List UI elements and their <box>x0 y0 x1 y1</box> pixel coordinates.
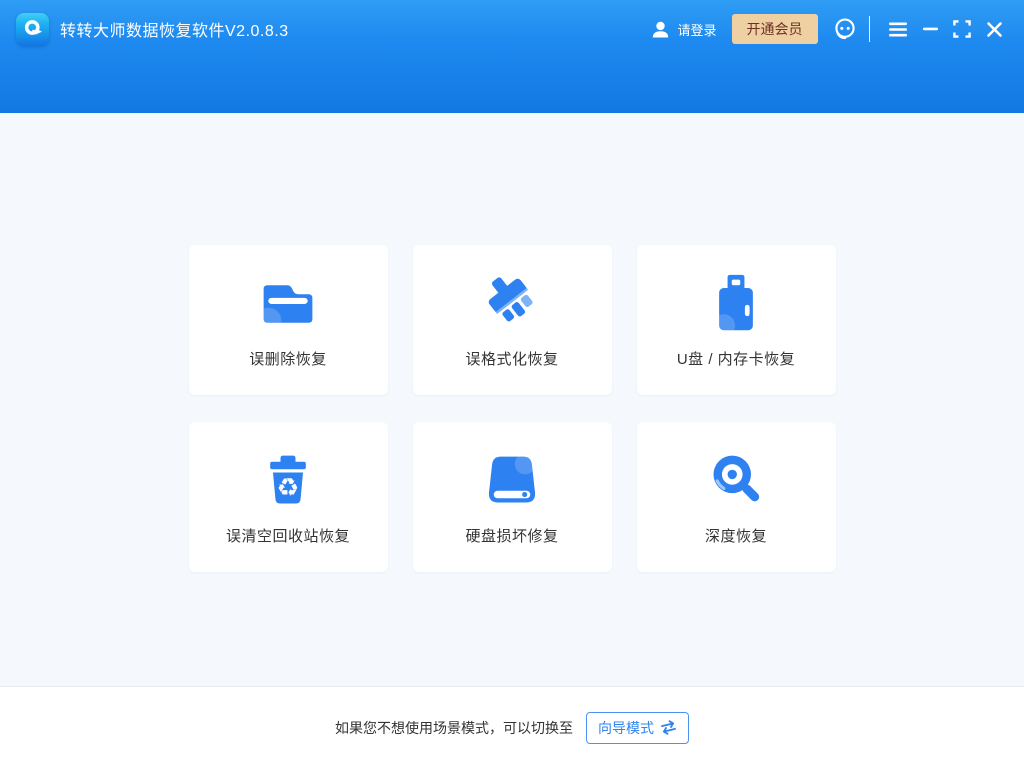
login-button[interactable]: 请登录 <box>651 20 716 39</box>
recycle-bin-icon: ♻ <box>258 450 318 510</box>
footer-bar: 如果您不想使用场景模式，可以切换至 向导模式 <box>0 686 1024 768</box>
menu-button[interactable] <box>882 13 914 45</box>
close-button[interactable] <box>978 13 1010 45</box>
card-label: 误格式化恢复 <box>465 348 558 369</box>
close-icon <box>987 22 1002 37</box>
card-format-recovery[interactable]: 误格式化恢复 <box>413 245 612 395</box>
maximize-icon <box>953 20 971 38</box>
card-label: 误清空回收站恢复 <box>226 525 350 546</box>
wizard-mode-button[interactable]: 向导模式 <box>586 712 689 744</box>
minimize-icon <box>923 27 938 31</box>
svg-text:♻: ♻ <box>277 473 300 502</box>
usb-drive-icon <box>706 273 766 333</box>
app-logo-icon <box>16 13 49 46</box>
card-deleted-recovery[interactable]: 误删除恢复 <box>189 245 388 395</box>
card-usb-recovery[interactable]: U盘 / 内存卡恢复 <box>637 245 836 395</box>
user-icon <box>651 20 670 39</box>
login-label: 请登录 <box>677 20 716 39</box>
folder-icon <box>258 273 318 333</box>
card-deep-recovery[interactable]: 深度恢复 <box>637 422 836 572</box>
magnifier-icon <box>706 450 766 510</box>
app-window: 转转大师数据恢复软件V2.0.8.3 请登录 开通会员 <box>0 0 1024 768</box>
mode-hint-text: 如果您不想使用场景模式，可以切换至 <box>335 718 573 738</box>
titlebar-divider <box>869 16 871 42</box>
customer-service-icon[interactable] <box>833 17 857 41</box>
card-label: 深度恢复 <box>705 525 767 546</box>
header: 转转大师数据恢复软件V2.0.8.3 请登录 开通会员 <box>0 0 1024 113</box>
menu-icon <box>888 22 908 37</box>
card-label: 误删除恢复 <box>249 348 327 369</box>
minimize-button[interactable] <box>914 13 946 45</box>
app-title: 转转大师数据恢复软件V2.0.8.3 <box>60 17 289 41</box>
brush-icon <box>482 273 542 333</box>
card-label: U盘 / 内存卡恢复 <box>677 348 795 369</box>
scene-grid: 误删除恢复 误格式化恢复 <box>0 113 1024 572</box>
hard-disk-icon <box>482 450 542 510</box>
card-label: 硬盘损坏修复 <box>465 525 558 546</box>
card-disk-repair[interactable]: 硬盘损坏修复 <box>413 422 612 572</box>
main-area: 误删除恢复 误格式化恢复 <box>0 113 1024 687</box>
card-recycle-bin-recovery[interactable]: ♻ 误清空回收站恢复 <box>189 422 388 572</box>
swap-arrows-icon <box>660 720 677 735</box>
vip-button[interactable]: 开通会员 <box>732 14 818 44</box>
title-bar: 转转大师数据恢复软件V2.0.8.3 请登录 开通会员 <box>0 0 1024 58</box>
maximize-button[interactable] <box>946 13 978 45</box>
wizard-mode-label: 向导模式 <box>598 718 654 738</box>
